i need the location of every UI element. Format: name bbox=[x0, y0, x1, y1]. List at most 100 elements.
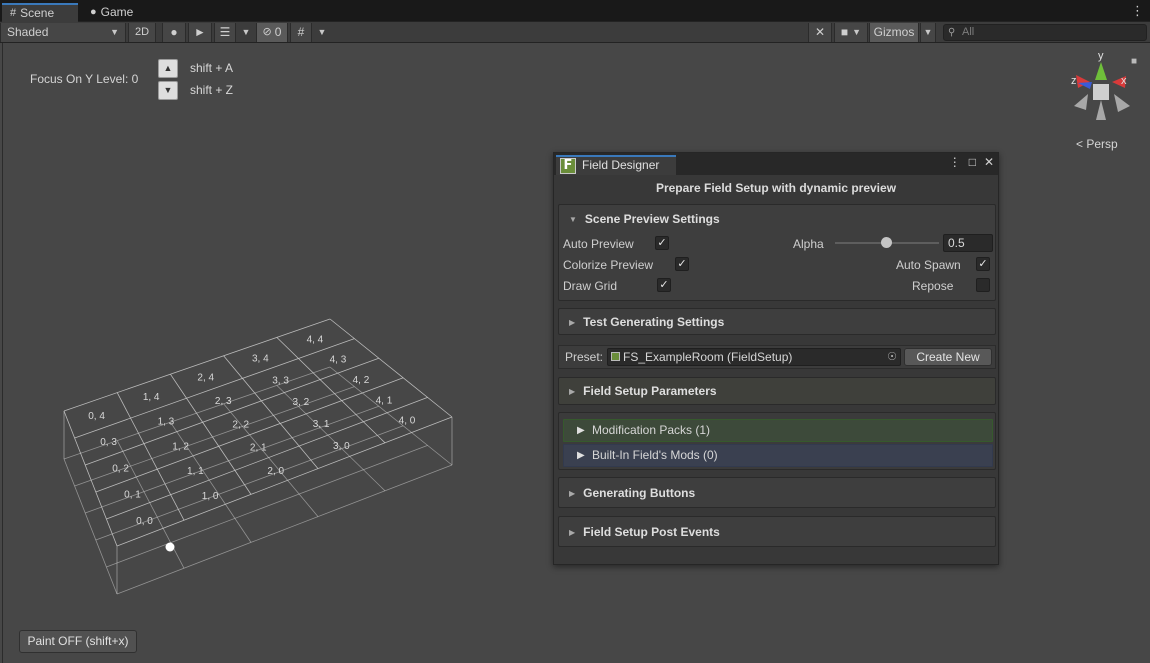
grid-line bbox=[116, 416, 453, 547]
grid-cell-label: 1, 3 bbox=[158, 417, 175, 428]
auto-spawn-checkbox[interactable]: ✓ bbox=[976, 257, 990, 271]
generating-buttons-title: Generating Buttons bbox=[583, 486, 696, 500]
lock-icon[interactable]: ■ bbox=[1131, 56, 1137, 67]
test-generating-settings-section[interactable]: ▶ Test Generating Settings bbox=[558, 308, 996, 335]
grid-cell-label: 3, 0 bbox=[333, 441, 350, 452]
scene-preview-settings-section: ▼ Scene Preview Settings Auto Preview ✓ … bbox=[558, 204, 996, 301]
grid-cell-label: 3, 1 bbox=[313, 419, 330, 430]
triangle-right-icon: ▶ bbox=[569, 488, 576, 498]
grid-cell-label: 0, 2 bbox=[112, 463, 129, 474]
preset-row: Preset: FS_ExampleRoom (FieldSetup) ☉ Cr… bbox=[558, 345, 996, 369]
grid-line bbox=[106, 397, 428, 520]
field-designer-heading: Prepare Field Setup with dynamic preview bbox=[655, 181, 897, 195]
grid-cell-label: 2, 0 bbox=[267, 466, 284, 477]
perspective-toggle[interactable]: < Persp bbox=[1076, 137, 1118, 151]
field-designer-tab[interactable]: F Field Designer bbox=[556, 155, 676, 175]
gizmo-neg-y-cone[interactable] bbox=[1096, 100, 1106, 120]
grid-line bbox=[63, 318, 331, 412]
colorize-preview-label: Colorize Preview bbox=[563, 258, 654, 272]
gizmo-neg-z-cone[interactable] bbox=[1114, 94, 1130, 112]
field-designer-tab-label: Field Designer bbox=[582, 158, 660, 172]
grid-cell-label: 0, 4 bbox=[88, 411, 105, 422]
focus-down-button[interactable]: ▼ bbox=[158, 81, 178, 100]
focus-up-button[interactable]: ▲ bbox=[158, 59, 178, 78]
auto-preview-label: Auto Preview bbox=[563, 237, 634, 251]
post-events-title: Field Setup Post Events bbox=[583, 525, 720, 539]
test-generating-settings-title: Test Generating Settings bbox=[583, 315, 725, 329]
field-setup-asset-icon bbox=[611, 352, 620, 361]
preset-label: Preset: bbox=[565, 350, 604, 364]
shortcut-up-label: shift + A bbox=[190, 61, 234, 75]
field-setup-parameters-header[interactable]: ▶ Field Setup Parameters bbox=[569, 384, 717, 398]
generating-buttons-section[interactable]: ▶ Generating Buttons bbox=[558, 477, 996, 508]
paint-toggle-button[interactable]: Paint OFF (shift+x) bbox=[19, 630, 137, 653]
preset-value: FS_ExampleRoom (FieldSetup) bbox=[623, 350, 793, 364]
grid-cell-label: 4, 2 bbox=[353, 375, 370, 386]
field-designer-logo-icon: F bbox=[560, 158, 576, 174]
auto-spawn-label: Auto Spawn bbox=[896, 258, 961, 272]
grid-cell-label: 3, 3 bbox=[272, 375, 289, 386]
maximize-icon[interactable]: □ bbox=[969, 155, 976, 169]
triangle-right-icon: ▶ bbox=[577, 450, 585, 461]
triangle-right-icon: ▶ bbox=[569, 317, 576, 327]
scene-preview-settings-header[interactable]: ▼ Scene Preview Settings bbox=[569, 212, 720, 226]
draw-grid-checkbox[interactable]: ✓ bbox=[657, 278, 671, 292]
triangle-up-icon: ▲ bbox=[163, 63, 173, 73]
grid-cell-label: 4, 4 bbox=[307, 334, 324, 345]
triangle-right-icon: ▶ bbox=[577, 425, 585, 436]
post-events-section[interactable]: ▶ Field Setup Post Events bbox=[558, 516, 996, 547]
alpha-value-field[interactable]: 0.5 bbox=[943, 234, 993, 252]
grid-line bbox=[116, 464, 453, 595]
gizmo-neg-x-cone[interactable] bbox=[1074, 94, 1088, 110]
modification-packs-foldout[interactable]: ▶ Modification Packs (1) bbox=[563, 419, 993, 442]
grid-cell-label: 0, 0 bbox=[136, 516, 153, 527]
colorize-preview-checkbox[interactable]: ✓ bbox=[675, 257, 689, 271]
object-picker-icon[interactable]: ☉ bbox=[887, 349, 897, 365]
field-designer-window: F Field Designer ⋮ □ ✕ Prepare Field Set… bbox=[553, 152, 999, 565]
triangle-right-icon: ▶ bbox=[569, 386, 576, 396]
grid-line bbox=[116, 392, 185, 521]
alpha-slider-handle[interactable] bbox=[881, 237, 892, 248]
grid-cell-label: 0, 3 bbox=[100, 437, 117, 448]
grid-line bbox=[170, 421, 252, 543]
grid-cell-label: 2, 3 bbox=[215, 396, 232, 407]
perspective-icon: < bbox=[1076, 137, 1084, 151]
logo-letter: F bbox=[563, 158, 573, 173]
triangle-right-icon: ▶ bbox=[569, 527, 576, 537]
grid-line bbox=[170, 373, 252, 495]
persp-label: Persp bbox=[1086, 137, 1118, 151]
gizmo-z-label: z bbox=[1071, 75, 1077, 87]
scene-preview-settings-title: Scene Preview Settings bbox=[584, 212, 720, 226]
kebab-menu-icon[interactable]: ⋮ bbox=[949, 155, 961, 169]
grid-cell-label: 1, 2 bbox=[172, 441, 189, 452]
grid-cell-label: 1, 4 bbox=[143, 392, 160, 403]
window-controls: ⋮ □ ✕ bbox=[949, 155, 994, 169]
orientation-gizmo[interactable]: y x z bbox=[1068, 48, 1138, 128]
close-icon[interactable]: ✕ bbox=[984, 155, 994, 169]
builtin-mods-foldout[interactable]: ▶ Built-In Field's Mods (0) bbox=[563, 444, 993, 467]
field-setup-parameters-title: Field Setup Parameters bbox=[583, 384, 717, 398]
repose-checkbox[interactable] bbox=[976, 278, 990, 292]
grid-line bbox=[276, 337, 386, 444]
field-designer-header: F Field Designer ⋮ □ ✕ bbox=[554, 153, 998, 175]
grid-cell-label: 2, 2 bbox=[232, 419, 249, 430]
field-setup-parameters-section[interactable]: ▶ Field Setup Parameters bbox=[558, 377, 996, 405]
test-generating-settings-header[interactable]: ▶ Test Generating Settings bbox=[569, 315, 724, 329]
preset-object-field[interactable]: FS_ExampleRoom (FieldSetup) ☉ bbox=[607, 348, 901, 366]
gizmo-y-cone[interactable] bbox=[1095, 62, 1107, 80]
grid-cell-label: 3, 4 bbox=[252, 354, 269, 365]
generating-buttons-header[interactable]: ▶ Generating Buttons bbox=[569, 486, 695, 500]
alpha-label: Alpha bbox=[793, 237, 824, 251]
repose-label: Repose bbox=[912, 279, 954, 293]
create-new-button[interactable]: Create New bbox=[904, 348, 992, 366]
triangle-down-icon: ▼ bbox=[569, 214, 577, 224]
focus-level-label: Focus On Y Level: 0 bbox=[30, 72, 139, 86]
gizmo-y-label: y bbox=[1098, 50, 1104, 62]
post-events-header[interactable]: ▶ Field Setup Post Events bbox=[569, 525, 720, 539]
auto-preview-checkbox[interactable]: ✓ bbox=[655, 236, 669, 250]
shortcut-down-label: shift + Z bbox=[190, 83, 234, 97]
triangle-down-icon: ▼ bbox=[163, 85, 173, 95]
grid-cell-label: 1, 0 bbox=[202, 491, 219, 502]
grid-cell-label: 4, 3 bbox=[330, 355, 347, 366]
gizmo-center-cube[interactable] bbox=[1093, 84, 1109, 100]
